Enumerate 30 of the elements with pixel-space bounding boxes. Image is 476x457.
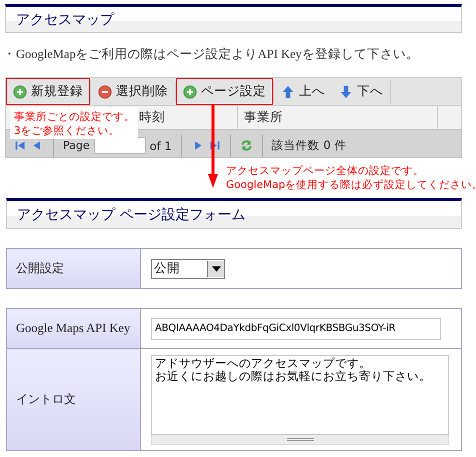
notice-text: ・GoogleMapをご利用の際はページ設定よりAPI Keyを登録して下さい。 bbox=[3, 46, 420, 63]
page-count: of 1 bbox=[150, 138, 172, 152]
toolbar-button[interactable]: 上へ bbox=[274, 78, 332, 105]
toolbar-button[interactable]: 下へ bbox=[332, 78, 390, 105]
arrow-up-icon bbox=[281, 84, 295, 98]
toolbar-button[interactable]: ページ設定 bbox=[176, 78, 273, 105]
refresh-icon[interactable] bbox=[240, 139, 253, 152]
page-label: Page bbox=[63, 139, 90, 152]
field-label: 公開設定 bbox=[6, 248, 140, 288]
plus-icon bbox=[13, 84, 27, 98]
record-count: 該当件数 0 件 bbox=[272, 138, 346, 153]
toolbar-button[interactable]: 選択削除 bbox=[91, 78, 175, 105]
intro-text-area[interactable]: アドサウザーへのアクセスマップです。 お近くにお越しの際はお気軽にお立ち寄り下さい。 bbox=[151, 354, 449, 434]
first-page-icon[interactable] bbox=[14, 139, 27, 152]
resize-handle[interactable] bbox=[151, 434, 449, 444]
page-input[interactable] bbox=[94, 137, 146, 154]
section-title: アクセスマップ ページ設定フォーム bbox=[17, 206, 246, 224]
select-field[interactable]: 公開 bbox=[151, 258, 225, 278]
annotation-tooltip: 事業所ごとの設定です。 3をご参照ください。 bbox=[10, 107, 138, 139]
section-title: アクセスマップ bbox=[16, 10, 114, 28]
dropdown-icon bbox=[212, 266, 220, 272]
minus-icon bbox=[98, 84, 112, 98]
field-label: Google Maps API Key bbox=[6, 308, 140, 348]
field-label: イントロ文 bbox=[6, 348, 140, 450]
last-page-icon[interactable] bbox=[208, 139, 221, 152]
api-key-field[interactable]: ABQIAAAAO4DaYkdbFqGiCxl0VlqrKBSBGu3SOY-iR bbox=[151, 318, 441, 340]
arrow-down-icon bbox=[339, 84, 353, 98]
plus-icon bbox=[183, 84, 197, 98]
toolbar-button[interactable]: 新規登録 bbox=[6, 78, 90, 105]
annotation-text: アクセスマップページ全体の設定です。 GoogleMapを使用する際は必ず設定してください。 bbox=[225, 164, 476, 193]
